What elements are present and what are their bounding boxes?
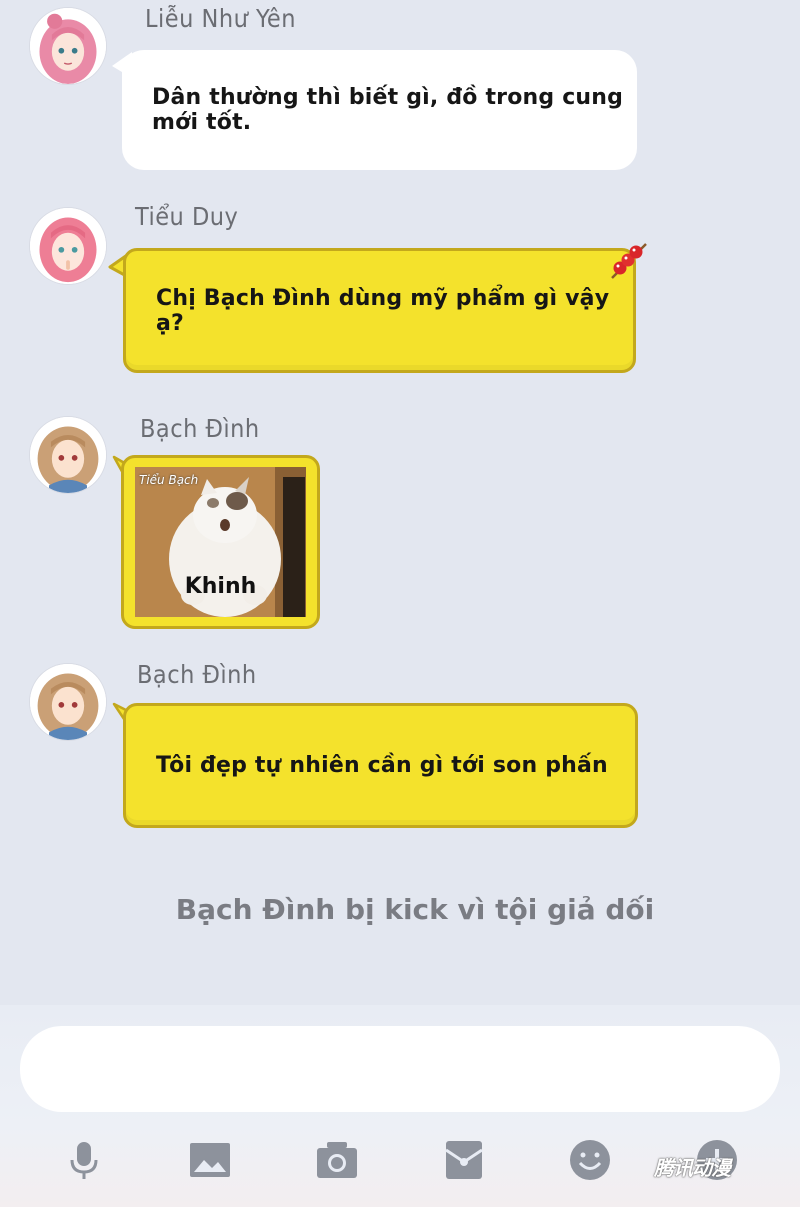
sender-name: Bạch Đình — [137, 660, 257, 689]
sender-name: Tiểu Duy — [135, 202, 239, 231]
message-text: Dân thường thì biết gì, đồ trong cung mớ… — [152, 85, 624, 135]
message-input[interactable] — [20, 1026, 780, 1112]
avatar-bach-dinh[interactable] — [30, 417, 106, 493]
sender-name: Liễu Như Yên — [145, 4, 297, 33]
cat-sticker-image: Tiểu Bạch Khinh — [135, 467, 306, 617]
emoji-icon[interactable] — [568, 1138, 612, 1182]
message-text: Tôi đẹp tự nhiên cần gì tới son phấn — [156, 753, 608, 778]
message-bubble[interactable]: Dân thường thì biết gì, đồ trong cung mớ… — [122, 50, 637, 170]
avatar-tieu-duy[interactable] — [30, 208, 106, 284]
sticker-caption: Khinh — [184, 574, 257, 599]
message-bubble[interactable]: Tôi đẹp tự nhiên cần gì tới son phấn — [123, 703, 638, 828]
system-message: Bạch Đình bị kick vì tội giả dối — [175, 893, 655, 926]
red-envelope-icon[interactable] — [442, 1138, 486, 1182]
avatar-lieu-nhu-yen[interactable] — [30, 8, 106, 84]
camera-icon[interactable] — [315, 1138, 359, 1182]
avatar-bach-dinh[interactable] — [30, 664, 106, 740]
microphone-icon[interactable] — [62, 1138, 106, 1182]
candied-fruit-icon — [611, 243, 647, 279]
sender-name: Bạch Đình — [140, 414, 260, 443]
sticker-tag: Tiểu Bạch — [139, 473, 199, 487]
message-bubble[interactable]: Chị Bạch Đình dùng mỹ phẩm gì vậy ạ? — [123, 248, 636, 373]
image-icon[interactable] — [188, 1138, 232, 1182]
watermark-logo: 腾讯动漫 — [654, 1156, 731, 1180]
sticker-message[interactable]: Tiểu Bạch Khinh — [121, 455, 320, 629]
message-text: Chị Bạch Đình dùng mỹ phẩm gì vậy ạ? — [156, 285, 610, 336]
